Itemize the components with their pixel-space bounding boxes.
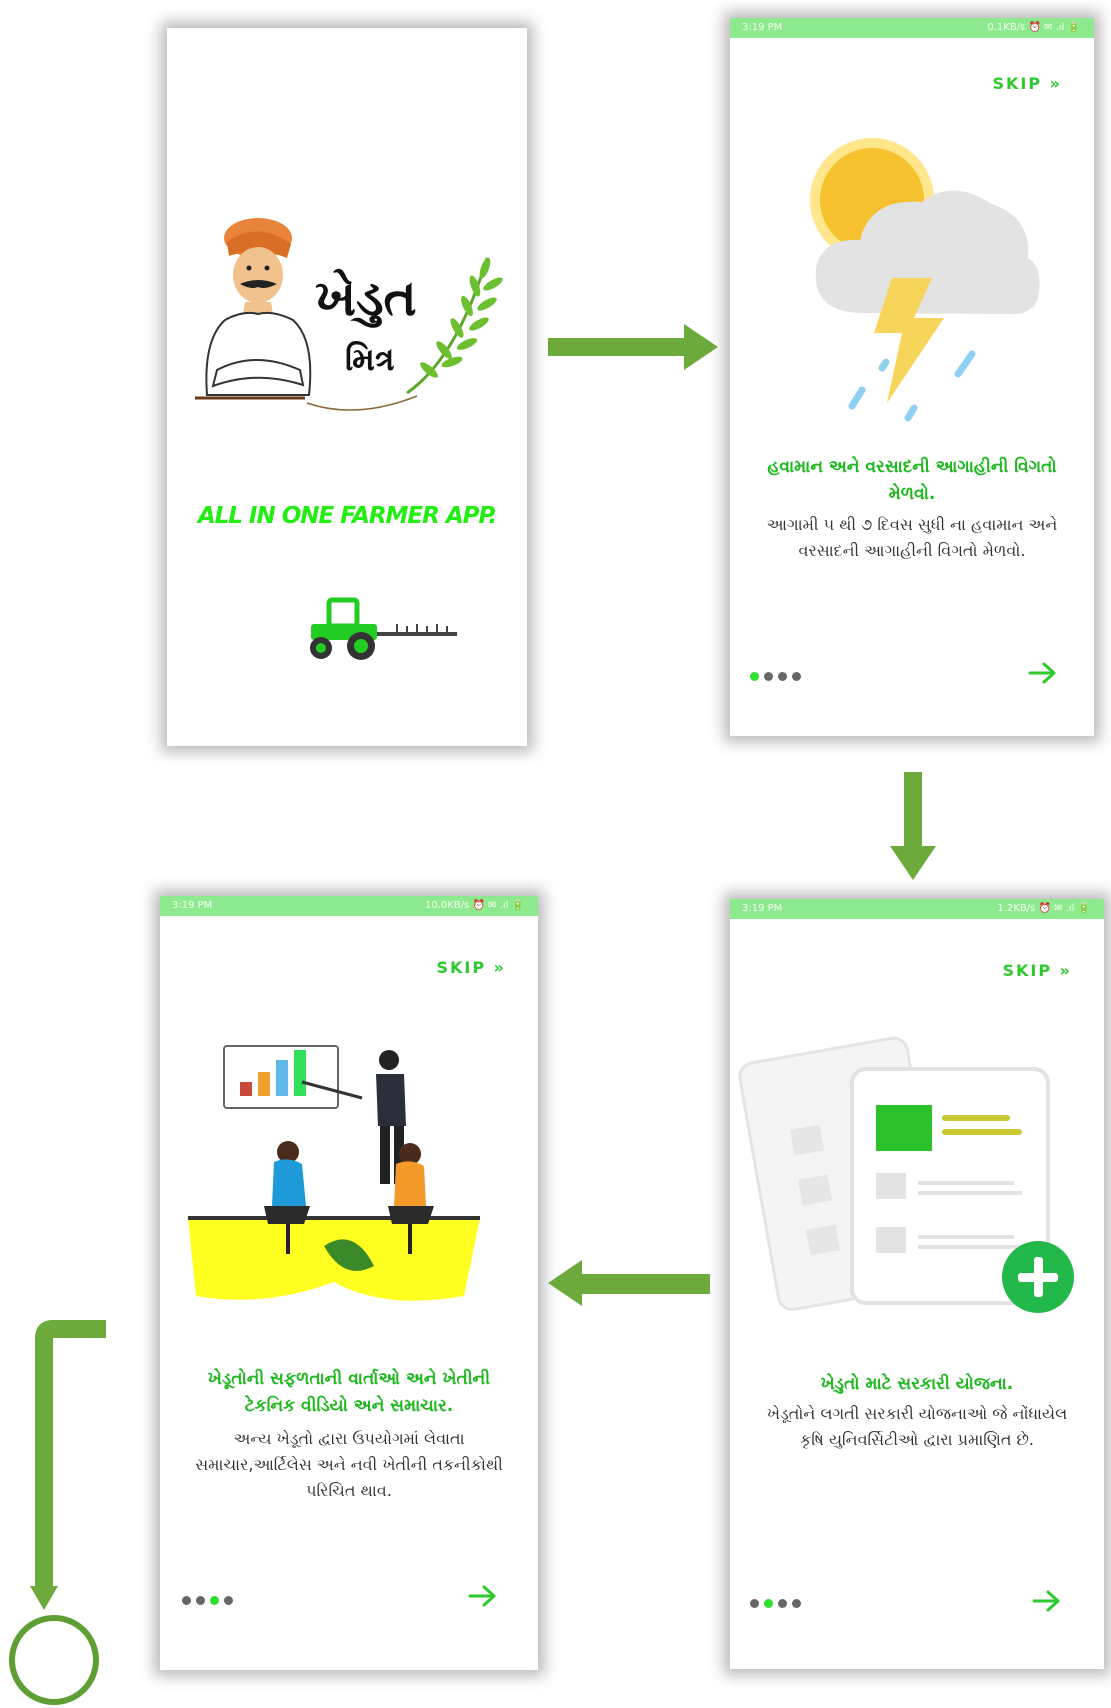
onboarding-screen-schemes: 3:19 PM 1.2KB/s ⏰ ✉ .ıl 🔋 SKIP » ખેડુતો … [730, 899, 1104, 1669]
page-dot [778, 1599, 787, 1608]
skip-button[interactable]: SKIP » [1002, 961, 1072, 980]
flow-arrow-down-icon [890, 772, 936, 880]
status-bar: 3:19 PM 0.1KB/s ⏰ ✉ .ıl 🔋 [730, 18, 1094, 38]
splash-screen: ખેડુત મિત્ર ALL IN ONE FARMER APP. [167, 28, 527, 746]
arrow-right-icon[interactable] [468, 1584, 498, 1608]
flow-arrow-left-icon [548, 1260, 710, 1306]
page-indicator [182, 1596, 233, 1605]
wheat-icon [306, 257, 503, 411]
page-indicator [750, 1599, 801, 1608]
circle-end-icon [9, 1615, 99, 1705]
page-dot-active [210, 1596, 219, 1605]
page-dot [792, 672, 801, 681]
status-bar: 3:19 PM 10.0KB/s ⏰ ✉ .ıl 🔋 [160, 896, 538, 916]
page-dot-active [764, 1599, 773, 1608]
arrow-right-icon[interactable] [1032, 1589, 1062, 1613]
tractor-icon [310, 597, 457, 660]
page-dot [764, 672, 773, 681]
page-indicator [750, 672, 801, 681]
page-dot-active [750, 672, 759, 681]
logo-title-line2: મિત્ર [345, 340, 395, 378]
flow-arrow-right-icon [548, 324, 718, 370]
page-dot [750, 1599, 759, 1608]
onboarding-screen-weather: 3:19 PM 0.1KB/s ⏰ ✉ .ıl 🔋 SKIP » હવામાન … [730, 18, 1094, 736]
documents-add-illustration [738, 1036, 1074, 1313]
tagline: ALL IN ONE FARMER APP. [197, 503, 497, 529]
skip-button[interactable]: SKIP » [436, 958, 506, 977]
page-dot [224, 1596, 233, 1605]
skip-button[interactable]: SKIP » [992, 74, 1062, 93]
onboarding-screen-stories: 3:19 PM 10.0KB/s ⏰ ✉ .ıl 🔋 SKIP » ખેડૂતો… [160, 896, 538, 1670]
onboarding-headline: હવામાન અને વરસાદની આગાહીની વિગતો મેળવો. [767, 457, 1057, 504]
onboarding-description: ખેડૂતોને લગતી સરકારી યોજનાઓ જે નોંધાયેલ … [766, 1404, 1068, 1449]
page-dot [182, 1596, 191, 1605]
onboarding-headline: ખેડૂતોની સફળતાની વાર્તાઓ અને ખેતીની ટેકન… [207, 1369, 491, 1416]
page-dot [196, 1596, 205, 1605]
onboarding-headline: ખેડુતો માટે સરકારી યોજના. [820, 1374, 1014, 1394]
weather-storm-illustration [810, 138, 1040, 422]
page-dot [778, 672, 787, 681]
onboarding-description: આગામી ૫ થી ૭ દિવસ સુધી ના હવામાન અને વરસ… [766, 515, 1058, 560]
status-bar: 3:19 PM 1.2KB/s ⏰ ✉ .ıl 🔋 [730, 899, 1104, 919]
farmer-illustration [195, 218, 312, 400]
presentation-meeting-illustration [188, 1045, 480, 1301]
flow-arrow-down-end-icon [30, 1320, 106, 1610]
onboarding-description: અન્ય ખેડૂતો દ્વારા ઉપયોગમાં લેવાતા સમાચા… [195, 1429, 503, 1500]
arrow-right-icon[interactable] [1028, 661, 1058, 685]
page-dot [792, 1599, 801, 1608]
